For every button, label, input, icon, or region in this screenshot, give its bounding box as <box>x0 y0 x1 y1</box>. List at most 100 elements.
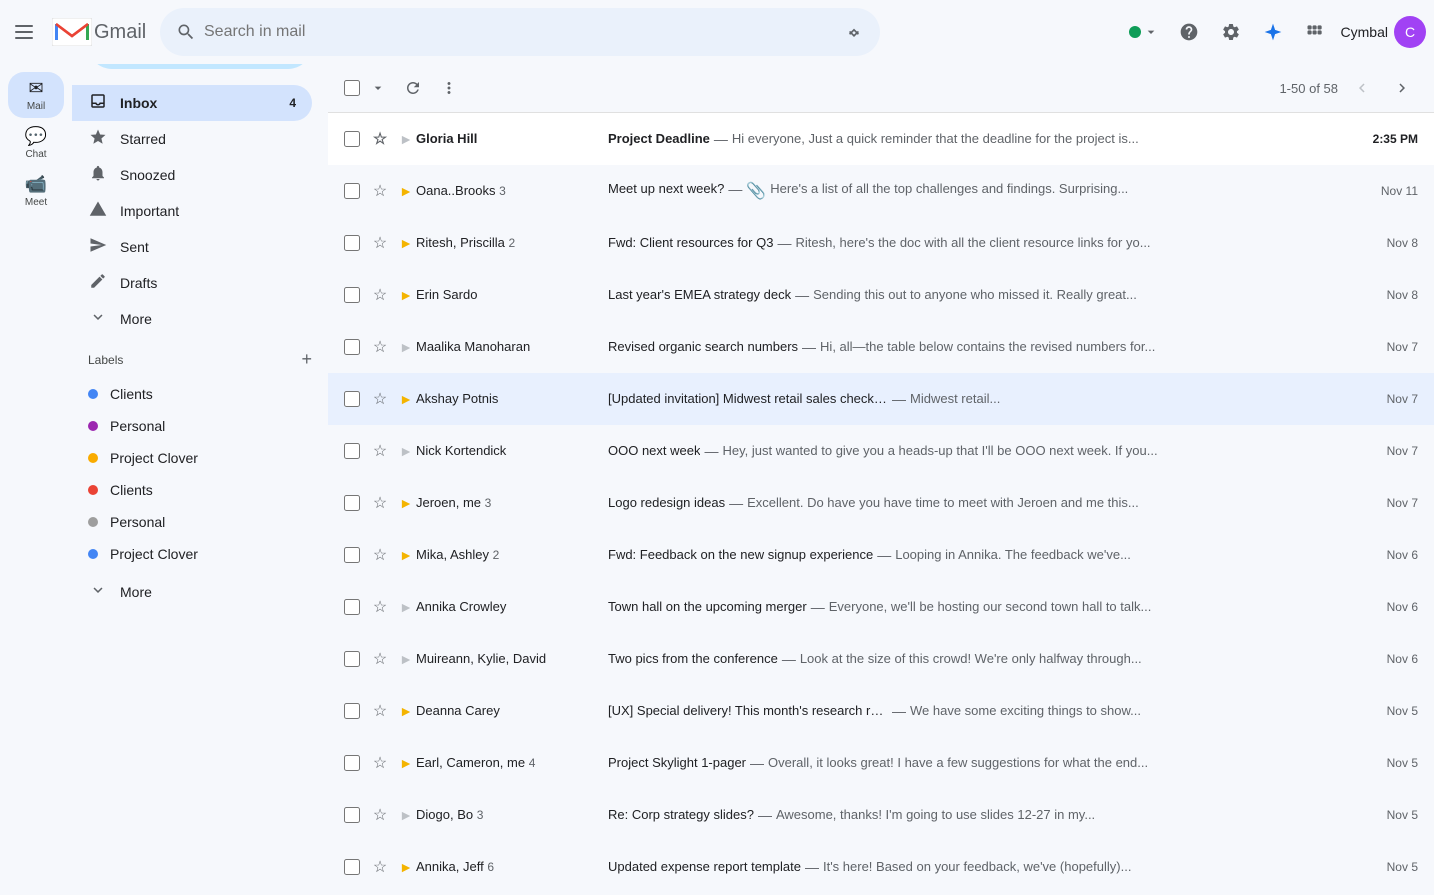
email-row[interactable]: ☆ ► Gloria Hill Project Deadline — Hi ev… <box>328 113 1434 165</box>
email-checkbox[interactable] <box>344 495 360 511</box>
hamburger-button[interactable] <box>0 8 48 56</box>
nav-item-sent[interactable]: Sent <box>72 229 312 265</box>
label-clients1[interactable]: Clients <box>72 378 312 410</box>
important-marker[interactable]: ► <box>396 805 416 825</box>
email-checkbox[interactable] <box>344 755 360 771</box>
email-row[interactable]: ☆ ► Deanna Carey [UX] Special delivery! … <box>328 685 1434 737</box>
important-marker[interactable]: ► <box>396 129 416 149</box>
important-marker[interactable]: ► <box>396 701 416 721</box>
email-checkbox[interactable] <box>344 183 360 199</box>
label-project-clover2[interactable]: Project Clover <box>72 538 312 570</box>
star-button[interactable]: ☆ <box>368 491 392 515</box>
email-row[interactable]: ☆ ► Oana..Brooks 3 Meet up next week? — … <box>328 165 1434 217</box>
important-marker[interactable]: ► <box>396 337 416 357</box>
important-marker[interactable]: ► <box>396 285 416 305</box>
add-label-button[interactable]: + <box>301 349 312 370</box>
email-row[interactable]: ☆ ► Annika Crowley Town hall on the upco… <box>328 581 1434 633</box>
gemini-button[interactable] <box>1253 12 1293 52</box>
email-checkbox[interactable] <box>344 599 360 615</box>
email-row[interactable]: ☆ ► Diogo, Bo 3 Re: Corp strategy slides… <box>328 789 1434 841</box>
star-button[interactable]: ☆ <box>368 803 392 827</box>
star-button[interactable]: ☆ <box>368 179 392 203</box>
important-marker[interactable]: ► <box>396 545 416 565</box>
star-button[interactable]: ☆ <box>368 335 392 359</box>
email-row[interactable]: ☆ ► Muireann, Kylie, David Two pics from… <box>328 633 1434 685</box>
email-checkbox[interactable] <box>344 391 360 407</box>
nav-item-more1[interactable]: More <box>72 301 312 337</box>
email-subject: Revised organic search numbers <box>608 339 798 355</box>
label-project-clover1[interactable]: Project Clover <box>72 442 312 474</box>
nav-item-drafts[interactable]: Drafts <box>72 265 312 301</box>
search-bar[interactable] <box>160 8 880 56</box>
next-page-button[interactable] <box>1386 72 1418 104</box>
important-marker[interactable]: ► <box>396 597 416 617</box>
email-row[interactable]: ☆ ► Mika, Ashley 2 Fwd: Feedback on the … <box>328 529 1434 581</box>
apps-button[interactable] <box>1295 12 1335 52</box>
nav-item-starred[interactable]: Starred <box>72 121 312 157</box>
important-marker[interactable]: ► <box>396 441 416 461</box>
email-dash: — <box>704 443 718 459</box>
email-checkbox[interactable] <box>344 703 360 719</box>
star-button[interactable]: ☆ <box>368 751 392 775</box>
email-checkbox[interactable] <box>344 859 360 875</box>
select-all-checkbox[interactable] <box>344 80 360 96</box>
important-marker[interactable]: ► <box>396 649 416 669</box>
more-options-button[interactable] <box>432 75 466 101</box>
search-input[interactable] <box>204 23 828 41</box>
email-row[interactable]: ☆ ► Maalika Manoharan Revised organic se… <box>328 321 1434 373</box>
important-marker[interactable]: ► <box>396 753 416 773</box>
important-marker[interactable]: ► <box>396 181 416 201</box>
help-button[interactable] <box>1169 12 1209 52</box>
email-row[interactable]: ☆ ► Nick Kortendick OOO next week — Hey,… <box>328 425 1434 477</box>
email-checkbox[interactable] <box>344 287 360 303</box>
nav-more2-label: More <box>120 584 152 600</box>
email-checkbox[interactable] <box>344 443 360 459</box>
email-checkbox[interactable] <box>344 235 360 251</box>
important-marker[interactable]: ► <box>396 389 416 409</box>
star-button[interactable]: ☆ <box>368 387 392 411</box>
nav-item-inbox[interactable]: Inbox 4 <box>72 85 312 121</box>
label-personal1[interactable]: Personal <box>72 410 312 442</box>
avatar[interactable]: C <box>1394 16 1426 48</box>
email-checkbox[interactable] <box>344 547 360 563</box>
select-dropdown-button[interactable] <box>362 76 394 100</box>
sidebar-item-chat[interactable]: 💬 Chat <box>8 120 64 166</box>
nav-item-more2[interactable]: More <box>72 574 312 610</box>
sidebar-item-mail[interactable]: ✉ Mail <box>8 72 64 118</box>
email-row[interactable]: ☆ ► Ritesh, Priscilla 2 Fwd: Client reso… <box>328 217 1434 269</box>
email-row[interactable]: ☆ ► Akshay Potnis [Updated invitation] M… <box>328 373 1434 425</box>
important-marker[interactable]: ► <box>396 857 416 877</box>
sidebar-item-meet[interactable]: 📹 Meet <box>8 168 64 214</box>
email-row[interactable]: ☆ ► Erin Sardo Last year's EMEA strategy… <box>328 269 1434 321</box>
refresh-button[interactable] <box>396 75 430 101</box>
search-options-button[interactable] <box>836 14 872 50</box>
nav-item-important[interactable]: Important <box>72 193 312 229</box>
star-button[interactable]: ☆ <box>368 127 392 151</box>
email-row[interactable]: ☆ ► Earl, Cameron, me 4 Project Skylight… <box>328 737 1434 789</box>
email-date: Nov 6 <box>1338 548 1418 562</box>
email-checkbox[interactable] <box>344 131 360 147</box>
star-button[interactable]: ☆ <box>368 855 392 879</box>
star-button[interactable]: ☆ <box>368 699 392 723</box>
nav-item-snoozed[interactable]: Snoozed <box>72 157 312 193</box>
label-personal2[interactable]: Personal <box>72 506 312 538</box>
email-checkbox[interactable] <box>344 807 360 823</box>
prev-page-button[interactable] <box>1346 72 1378 104</box>
email-date: Nov 5 <box>1338 860 1418 874</box>
star-button[interactable]: ☆ <box>368 283 392 307</box>
settings-button[interactable] <box>1211 12 1251 52</box>
star-button[interactable]: ☆ <box>368 647 392 671</box>
label-clients2[interactable]: Clients <box>72 474 312 506</box>
important-marker[interactable]: ► <box>396 233 416 253</box>
star-button[interactable]: ☆ <box>368 543 392 567</box>
star-button[interactable]: ☆ <box>368 231 392 255</box>
star-button[interactable]: ☆ <box>368 595 392 619</box>
email-checkbox[interactable] <box>344 651 360 667</box>
email-checkbox[interactable] <box>344 339 360 355</box>
email-row[interactable]: ☆ ► Annika, Jeff 6 Updated expense repor… <box>328 841 1434 893</box>
star-button[interactable]: ☆ <box>368 439 392 463</box>
important-marker[interactable]: ► <box>396 493 416 513</box>
label-dot-personal2 <box>88 517 98 527</box>
email-row[interactable]: ☆ ► Jeroen, me 3 Logo redesign ideas — E… <box>328 477 1434 529</box>
status-indicator[interactable] <box>1121 20 1167 44</box>
